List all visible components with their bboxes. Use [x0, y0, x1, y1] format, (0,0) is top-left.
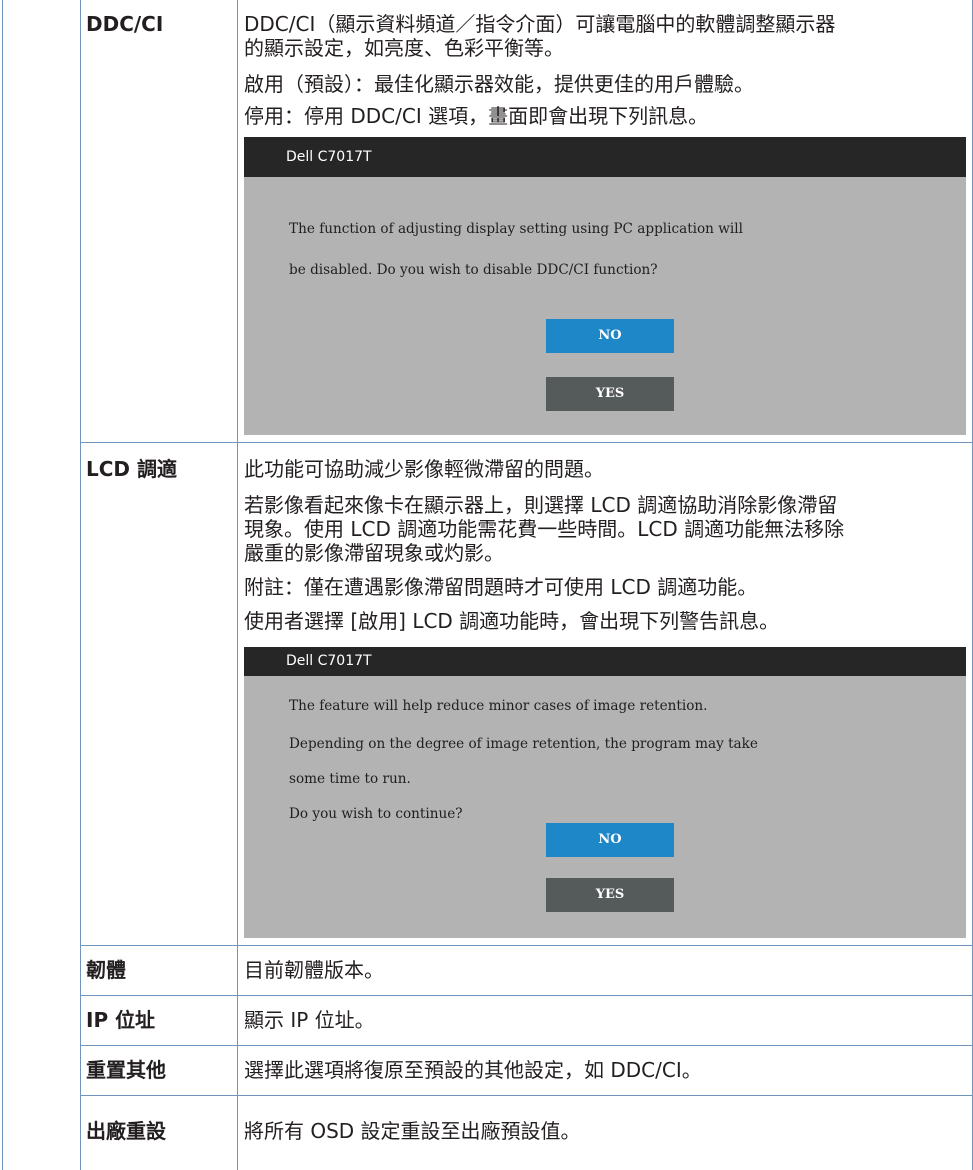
row-divider — [80, 442, 973, 443]
lcd-conditioning-warning-dialog: Dell C7017T The feature will help reduce… — [244, 647, 966, 938]
yes-button[interactable]: YES — [546, 878, 674, 912]
dialog-message-line: some time to run. — [289, 771, 411, 787]
table-border-left — [2, 0, 3, 1170]
row-divider — [80, 995, 973, 996]
dialog-title: Dell C7017T — [286, 149, 372, 165]
no-button[interactable]: NO — [546, 823, 674, 857]
row-divider — [80, 945, 973, 946]
description-line: 附註：僅在遭遇影像滯留問題時才可使用 LCD 調適功能。 — [244, 575, 758, 599]
dialog-message-line: The feature will help reduce minor cases… — [289, 698, 708, 714]
description-line: 此功能可協助減少影像輕微滯留的問題。 — [244, 457, 604, 481]
dialog-message-line: Depending on the degree of image retenti… — [289, 736, 758, 752]
row-label-firmware: 韌體 — [86, 958, 126, 982]
firmware-description: 目前韌體版本。 — [244, 958, 384, 982]
no-button[interactable]: NO — [546, 319, 674, 353]
row-label-lcd-conditioning: LCD 調適 — [86, 457, 177, 481]
ddcci-disable-dialog: Dell C7017T The function of adjusting di… — [244, 137, 966, 435]
dialog-titlebar: Dell C7017T — [244, 647, 966, 676]
manual-page: DDC/CI DDC/CI（顯示資料頻道／指令介面）可讓電腦中的軟體調整顯示器 … — [0, 0, 973, 1170]
row-label-ddcci: DDC/CI — [86, 12, 164, 36]
factory-reset-description: 將所有 OSD 設定重設至出廠預設值。 — [244, 1119, 581, 1143]
row-divider — [80, 1045, 973, 1046]
description-line: 停用：停用 DDC/CI 選項，畫面即會出現下列訊息。 — [244, 104, 709, 128]
dialog-message-line: The function of adjusting display settin… — [289, 221, 743, 237]
row-divider — [80, 1095, 973, 1096]
description-line: 啟用（預設）：最佳化顯示器效能，提供更佳的用戶體驗。 — [244, 72, 754, 96]
row-label-reset-others: 重置其他 — [86, 1058, 166, 1082]
row-label-factory-reset: 出廠重設 — [86, 1119, 166, 1143]
dialog-message-line: be disabled. Do you wish to disable DDC/… — [289, 262, 658, 278]
ddcci-description: DDC/CI（顯示資料頻道／指令介面）可讓電腦中的軟體調整顯示器 的顯示設定，如… — [244, 12, 966, 128]
lcd-conditioning-description: 此功能可協助減少影像輕微滯留的問題。 若影像看起來像卡在顯示器上，則選擇 LCD… — [244, 457, 966, 633]
reset-others-description: 選擇此選項將復原至預設的其他設定，如 DDC/CI。 — [244, 1058, 702, 1082]
row-label-ip-address: IP 位址 — [86, 1008, 156, 1032]
description-line: 若影像看起來像卡在顯示器上，則選擇 LCD 調適協助消除影像滯留 — [244, 493, 838, 517]
dialog-titlebar: Dell C7017T — [244, 137, 966, 177]
dialog-title: Dell C7017T — [286, 653, 372, 669]
ip-address-description: 顯示 IP 位址。 — [244, 1008, 375, 1032]
description-line: 的顯示設定，如亮度、色彩平衡等。 — [244, 36, 564, 60]
description-line: DDC/CI（顯示資料頻道／指令介面）可讓電腦中的軟體調整顯示器 — [244, 12, 836, 36]
dialog-message-line: Do you wish to continue? — [289, 806, 463, 822]
description-line: 使用者選擇 [啟用] LCD 調適功能時，會出現下列警告訊息。 — [244, 609, 780, 633]
yes-button[interactable]: YES — [546, 377, 674, 411]
description-line: 現象。使用 LCD 調適功能需花費一些時間。LCD 調適功能無法移除 — [244, 517, 845, 541]
description-line: 嚴重的影像滯留現象或灼影。 — [244, 541, 504, 565]
